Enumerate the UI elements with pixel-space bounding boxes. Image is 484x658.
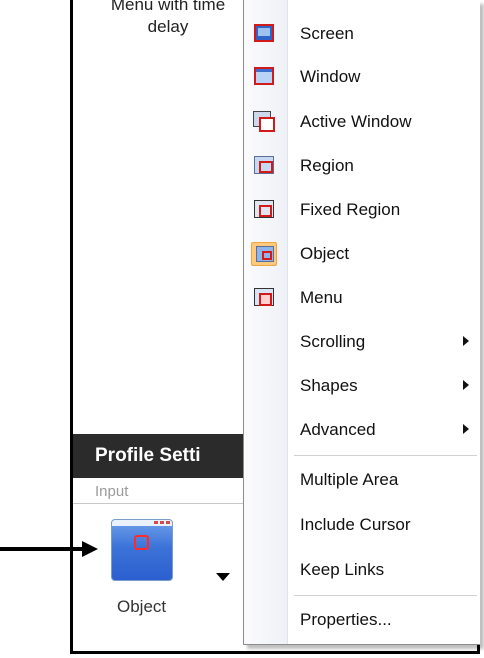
window-button-icon bbox=[154, 521, 158, 524]
window-button-icon bbox=[166, 521, 170, 524]
menu-item-label: Menu bbox=[300, 288, 343, 307]
menu-item-advanced[interactable]: Advanced bbox=[244, 410, 477, 450]
active-window-icon bbox=[251, 110, 277, 134]
menu-item-label: Shapes bbox=[300, 376, 358, 395]
menu-item-include-cursor[interactable]: Include Cursor bbox=[244, 505, 477, 545]
menu-item-screen[interactable]: Screen bbox=[244, 14, 477, 54]
menu-item-label: Keep Links bbox=[300, 560, 385, 579]
menu-item-label: Fixed Region bbox=[300, 200, 401, 219]
menu-item-menu[interactable]: Menu bbox=[244, 278, 477, 318]
menu-item-object[interactable]: Object bbox=[244, 234, 477, 274]
submenu-arrow-icon bbox=[463, 336, 469, 346]
callout-arrow-shaft bbox=[0, 547, 84, 551]
input-section: Input bbox=[73, 480, 248, 504]
menu-item-label: Properties... bbox=[300, 610, 392, 629]
menu-item-label: Region bbox=[300, 156, 354, 175]
profile-settings-header: Profile Setti bbox=[73, 434, 248, 478]
object-icon bbox=[251, 242, 277, 266]
menu-item-label: Screen bbox=[300, 24, 354, 43]
dropdown-arrow-icon[interactable] bbox=[216, 573, 230, 581]
menu-item-active-window[interactable]: Active Window bbox=[244, 102, 477, 142]
menu-item-scrolling[interactable]: Scrolling bbox=[244, 322, 477, 362]
menu-separator bbox=[294, 455, 477, 456]
menu-item-properties[interactable]: Properties... bbox=[244, 600, 477, 640]
menu-item-window[interactable]: Window bbox=[244, 57, 477, 97]
input-label: Input bbox=[95, 483, 129, 500]
menu-item-label: Object bbox=[300, 244, 350, 263]
capture-type-menu: Screen Window Active Window Region Fixed… bbox=[243, 0, 480, 645]
fixed-region-icon bbox=[251, 198, 277, 222]
screen-capture-icon bbox=[251, 22, 277, 46]
menu-separator bbox=[294, 595, 477, 596]
callout-arrow-icon bbox=[0, 541, 100, 557]
menu-item-keep-links[interactable]: Keep Links bbox=[244, 550, 477, 590]
menu-item-region[interactable]: Region bbox=[244, 146, 477, 186]
region-icon bbox=[251, 154, 277, 178]
menu-item-label: Active Window bbox=[300, 112, 412, 131]
menu-item-label: Multiple Area bbox=[300, 470, 399, 489]
menu-item-shapes[interactable]: Shapes bbox=[244, 366, 477, 406]
window-button-icon bbox=[160, 521, 164, 524]
object-input-button[interactable] bbox=[111, 519, 173, 581]
menu-item-label: Scrolling bbox=[300, 332, 366, 351]
menu-item-label: Include Cursor bbox=[300, 515, 411, 534]
window-titlebar-icon bbox=[112, 520, 172, 526]
menu-item-label: Advanced bbox=[300, 420, 376, 439]
submenu-arrow-icon bbox=[463, 380, 469, 390]
menu-item-label: Window bbox=[300, 67, 361, 86]
window-capture-icon bbox=[251, 65, 277, 89]
menu-capture-icon bbox=[251, 286, 277, 310]
object-button-label: Object bbox=[117, 597, 167, 616]
menu-with-time-delay-label[interactable]: Menu with time delay bbox=[93, 0, 243, 38]
submenu-arrow-icon bbox=[463, 424, 469, 434]
menu-item-fixed-region[interactable]: Fixed Region bbox=[244, 190, 477, 230]
menu-item-multiple-area[interactable]: Multiple Area bbox=[244, 460, 477, 500]
object-target-icon bbox=[134, 535, 149, 550]
callout-arrow-head bbox=[82, 541, 98, 557]
